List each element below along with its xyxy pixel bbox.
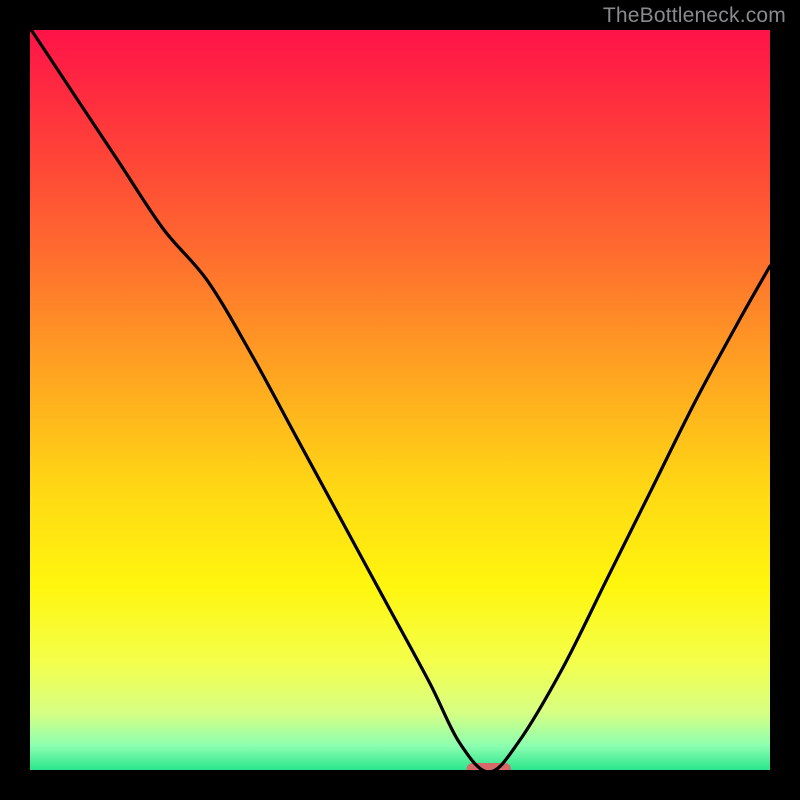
bottleneck-chart <box>0 0 800 800</box>
plot-background <box>30 28 770 772</box>
chart-frame: TheBottleneck.com <box>0 0 800 800</box>
watermark-text: TheBottleneck.com <box>603 4 786 28</box>
